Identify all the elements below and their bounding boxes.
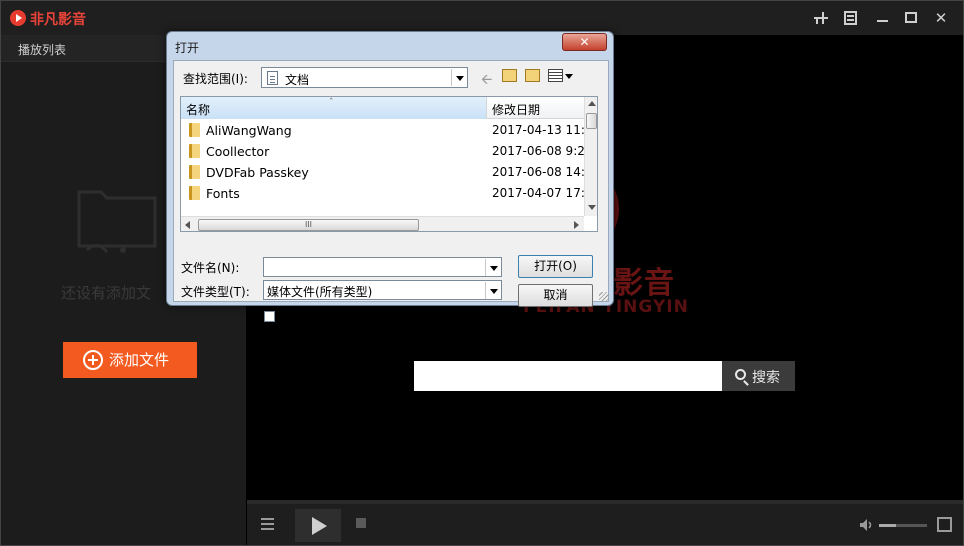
chevron-down-icon[interactable] [485, 259, 500, 276]
player-window: 非凡影音 ✕ 播放列表 还设有添加文 添加文件 影音 FEIFAN YINGYI… [0, 0, 964, 546]
file-date: 2017-06-08 9:23 [492, 144, 593, 158]
open-button[interactable]: 打开(O) [518, 255, 593, 278]
stop-button[interactable] [356, 518, 366, 528]
file-date: 2017-04-07 17:1 [492, 186, 593, 200]
file-list: 名称 ˆ 修改日期 AliWangWang 2017-04-13 11:2 Cool… [180, 96, 598, 232]
look-in-value: 文档 [285, 73, 310, 87]
play-button[interactable] [295, 509, 341, 542]
new-folder-icon[interactable] [525, 69, 540, 82]
resize-grip-icon[interactable] [599, 292, 609, 302]
playback-control-bar [247, 500, 963, 545]
horizontal-scrollbar[interactable]: III [181, 216, 584, 231]
file-name: Fonts [206, 186, 240, 201]
maximize-icon[interactable] [901, 8, 921, 28]
dialog-close-button[interactable]: ✕ [562, 33, 607, 51]
volume-level [879, 524, 896, 527]
volume-slider[interactable] [879, 524, 927, 527]
search-button-label: 搜索 [752, 370, 780, 386]
empty-playlist-text: 还设有添加文 [61, 284, 152, 302]
watermark-text: 影音 [613, 266, 675, 301]
file-name: Coollector [206, 144, 270, 159]
folder-icon [189, 144, 200, 158]
scroll-right-icon[interactable] [574, 221, 579, 229]
file-type-value: 媒体文件(所有类型) [267, 285, 373, 299]
view-menu-icon[interactable] [548, 69, 563, 82]
add-file-label: 添加文件 [109, 351, 170, 369]
look-in-dropdown[interactable]: 文档 [261, 67, 468, 88]
close-icon[interactable]: ✕ [931, 8, 951, 28]
vertical-scroll-thumb[interactable] [586, 113, 597, 129]
scroll-up-icon[interactable] [588, 101, 596, 106]
title-bar: 非凡影音 ✕ [1, 1, 963, 35]
vertical-scrollbar[interactable] [584, 97, 597, 216]
back-arrow-icon[interactable]: 🡨 [481, 69, 492, 93]
document-icon [267, 71, 278, 85]
view-menu-chevron-icon[interactable] [565, 74, 573, 79]
scroll-left-icon[interactable] [185, 221, 190, 229]
open-file-dialog: 打开 ✕ 查找范围(I): 文档 🡨 名称 ˆ 修改日期 AliWangWang… [166, 31, 614, 325]
file-type-dropdown[interactable]: 媒体文件(所有类型) [263, 280, 502, 300]
column-name-label: 名称 [186, 103, 211, 117]
file-date: 2017-06-08 14:1 [492, 165, 593, 179]
search-icon [735, 369, 746, 380]
playlist-label: 播放列表 [18, 43, 67, 57]
chevron-down-icon[interactable] [485, 282, 500, 299]
playlist-panel-icon[interactable] [841, 8, 861, 28]
search-button[interactable]: 搜索 [722, 361, 795, 391]
file-name-field[interactable] [263, 257, 502, 277]
empty-folder-icon [77, 190, 157, 254]
fullscreen-button[interactable] [937, 517, 952, 532]
column-header-name[interactable]: 名称 ˆ [181, 97, 487, 119]
file-date: 2017-04-13 11:2 [492, 123, 593, 137]
sort-arrow-icon: ˆ [329, 98, 334, 108]
volume-icon[interactable] [859, 518, 873, 532]
column-header-date[interactable]: 修改日期 [492, 101, 540, 118]
dialog-title: 打开 [175, 41, 200, 55]
file-row[interactable]: Coollector 2017-06-08 9:23 [181, 141, 593, 162]
app-title: 非凡影音 [30, 12, 86, 28]
file-name: DVDFab Passkey [206, 165, 309, 180]
file-row[interactable]: Fonts 2017-04-07 17:1 [181, 183, 593, 204]
list-header: 名称 ˆ 修改日期 [181, 97, 584, 119]
up-folder-icon[interactable] [502, 69, 517, 82]
minimize-icon[interactable] [872, 8, 892, 28]
scroll-down-icon[interactable] [588, 205, 596, 210]
horizontal-scroll-thumb[interactable]: III [198, 219, 419, 231]
chevron-down-icon[interactable] [451, 69, 466, 86]
play-logo-icon [10, 10, 26, 26]
file-type-label: 文件类型(T): [181, 285, 250, 299]
file-name: AliWangWang [206, 123, 292, 138]
add-circle-icon [83, 350, 103, 370]
folder-icon [189, 186, 200, 200]
dialog-body: 查找范围(I): 文档 🡨 名称 ˆ 修改日期 AliWangWang 2017… [173, 60, 609, 325]
file-row[interactable]: DVDFab Passkey 2017-06-08 14:1 [181, 162, 593, 183]
search-input[interactable] [414, 361, 722, 391]
playlist-toggle-icon[interactable] [256, 517, 274, 531]
readonly-label[interactable]: 以只读方式打开(R) [281, 309, 383, 326]
add-file-button[interactable]: 添加文件 [63, 342, 197, 378]
cancel-button[interactable]: 取消 [518, 284, 593, 307]
pin-icon[interactable] [811, 8, 831, 28]
folder-icon [189, 123, 200, 137]
folder-icon [189, 165, 200, 179]
file-row[interactable]: AliWangWang 2017-04-13 11:2 [181, 120, 593, 141]
readonly-checkbox[interactable] [264, 311, 275, 322]
look-in-label: 查找范围(I): [183, 72, 248, 86]
file-name-label: 文件名(N): [181, 261, 240, 275]
